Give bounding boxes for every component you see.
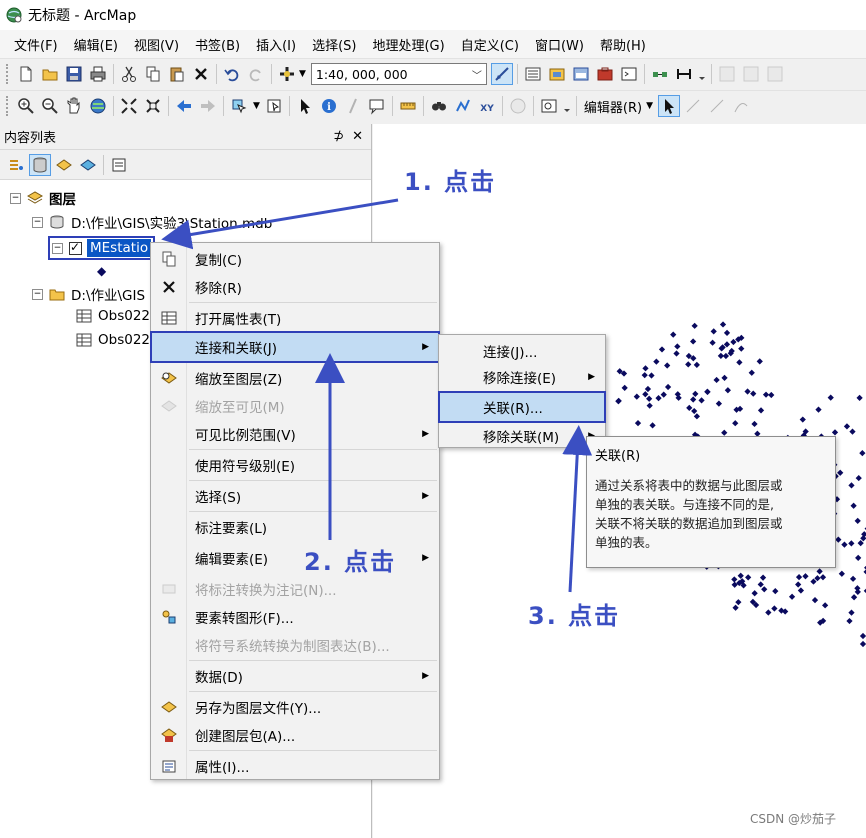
arrow-step1 — [161, 198, 399, 250]
arcmap-window: 无标题 - ArcMap 文件(F) 编辑(E) 视图(V) 书签(B) 插入(… — [0, 0, 866, 838]
annotation-arrows — [161, 198, 593, 593]
watermark: CSDN @炒茄子 — [750, 812, 837, 826]
annotation-step1: 1. 点击 — [404, 168, 497, 196]
arrow-step3 — [562, 425, 593, 593]
annotation-step3: 3. 点击 — [528, 602, 621, 630]
annotation-step2: 2. 点击 — [304, 548, 397, 576]
